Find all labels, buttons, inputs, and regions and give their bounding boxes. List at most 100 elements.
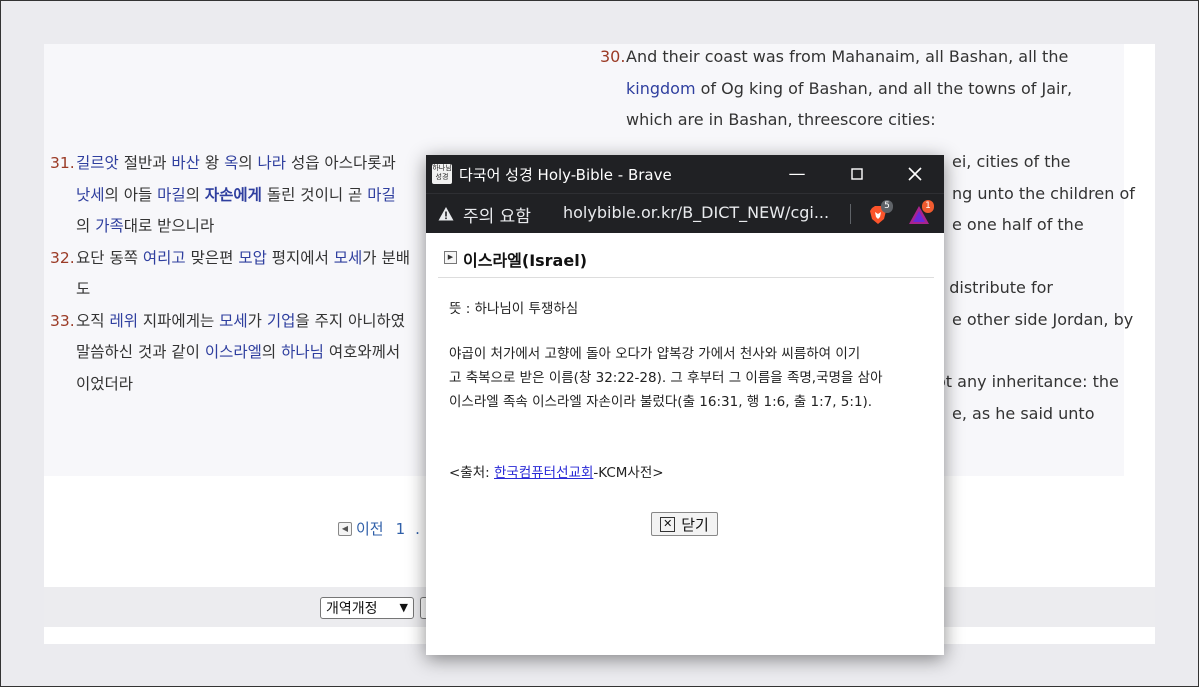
word-link[interactable]: 나라 — [258, 154, 287, 172]
verse-number: 33. — [50, 311, 75, 330]
word-link[interactable]: inheritance — [992, 372, 1082, 391]
english-verse-fragment: ng unto the children of — [952, 184, 1135, 203]
verse-text: 의 아들 — [104, 185, 158, 204]
word-link[interactable]: 옥 — [224, 154, 238, 172]
english-verse: 30. And their coast was from Mahanaim, al… — [600, 44, 1120, 136]
verse-text: 맞은편 — [185, 248, 239, 267]
version-select[interactable]: 개역개정 ▼ — [320, 597, 414, 619]
verse-text: 성읍 아스다롯과 — [286, 154, 396, 172]
verse-text: ot any — [936, 372, 992, 391]
english-verse-30: 30. And their coast was from Mahanaim, al… — [600, 44, 1120, 136]
word-link[interactable]: 길르앗 — [76, 154, 119, 172]
verse-text: And their coast was from Mahanaim, all B… — [626, 47, 1069, 66]
word-link[interactable]: 자손에게 — [205, 186, 262, 204]
verse-text: 대로 받으니라 — [123, 217, 215, 235]
verse-text: 여호와께서 — [323, 343, 401, 361]
description-line: 이스라엘 족속 이스라엘 자손이라 불렀다(출 16:31, 행 1:6, 출 … — [449, 394, 873, 410]
verse-body: 길르앗 절반과 바산 왕 옥의 나라 성읍 아스다롯과 낫세의 아들 마길의 자손… — [76, 148, 450, 243]
close-button-label: 닫기 — [681, 515, 709, 534]
word-link[interactable]: 기업 — [267, 312, 296, 330]
english-verse-fragment: e, as he said unto — [952, 404, 1095, 423]
security-warning-label[interactable]: 주의 요함 — [463, 202, 531, 227]
word-link[interactable]: 레위 — [109, 312, 138, 330]
english-verse-fragment: e other side Jordan, by — [952, 310, 1134, 329]
verse-text: 의 — [185, 185, 205, 204]
verse-text: 평지에서 — [266, 248, 334, 267]
prev-page-link[interactable]: 이전 — [356, 518, 384, 539]
word-link[interactable]: 가족 — [95, 217, 124, 235]
verse-body: 오직 레위 지파에게는 모세가 기업을 주지 아니하였말씀하신 것과 같이 이스… — [76, 306, 450, 401]
minimize-icon[interactable]: — — [777, 161, 817, 187]
verse-number: 31. — [50, 154, 75, 172]
word-link[interactable]: 모세 — [219, 312, 248, 330]
english-verse-fragment: d distribute for — [934, 278, 1053, 297]
verse-text: 의 — [76, 217, 96, 235]
url-separator — [850, 204, 851, 224]
window-title: 다국어 성경 Holy-Bible - Brave — [459, 166, 672, 184]
source-suffix: -KCM사전> — [593, 465, 664, 481]
source-link[interactable]: 한국컴퓨터선교회 — [494, 465, 593, 481]
entry-source: <출처: 한국컴퓨터선교회-KCM사전> — [449, 461, 664, 481]
word-link[interactable]: 마길 — [367, 186, 396, 204]
description-line: 고 축복으로 받은 이름(창 32:22-28). 그 후부터 그 이름을 족명… — [449, 370, 883, 386]
word-link[interactable]: 하나님 — [281, 343, 324, 361]
url-text[interactable]: holybible.or.kr/B_DICT_NEW/cgi... — [563, 203, 829, 222]
verse-text: 말씀하신 것과 같이 — [76, 343, 205, 361]
prev-page-icon[interactable]: ◀ — [338, 521, 352, 536]
warning-icon — [438, 207, 454, 221]
version-select-value: 개역개정 — [326, 601, 378, 617]
chevron-down-icon: ▼ — [399, 601, 408, 614]
address-bar[interactable]: 주의 요함 holybible.or.kr/B_DICT_NEW/cgi... … — [426, 193, 944, 234]
verse-text: 오직 — [76, 311, 110, 330]
word-link[interactable]: 마길 — [157, 186, 186, 204]
english-verse-fragment: ei, cities of the — [952, 152, 1071, 171]
korean-verses: 31. 길르앗 절반과 바산 왕 옥의 나라 성읍 아스다롯과 낫세의 아들 마길의… — [50, 148, 450, 400]
verse-text: 을 주지 아니하였 — [295, 311, 406, 330]
app-icon: 하나님 성경 — [432, 164, 452, 184]
close-window-icon[interactable] — [895, 161, 935, 187]
popup-content: ▶ 이스라엘(Israel) 뜻 : 하나님이 투쟁하심 야곱이 처가에서 고향… — [426, 233, 944, 655]
verse-text: 의 — [238, 154, 258, 172]
verse-text: : the — [1082, 372, 1119, 391]
maximize-icon[interactable] — [837, 161, 877, 187]
entry-description: 야곱이 처가에서 고향에 돌아 오다가 얍복강 가에서 천사와 씨름하여 이기 … — [449, 342, 924, 414]
english-verse-fragment: e one half of the — [952, 215, 1084, 234]
triangle-right-icon: ▶ — [444, 251, 457, 264]
korean-verse: 31. 길르앗 절반과 바산 왕 옥의 나라 성읍 아스다롯과 낫세의 아들 마길의… — [50, 148, 450, 243]
verse-text: 도 — [76, 280, 91, 298]
word-link[interactable]: kingdom — [626, 79, 696, 98]
verse-number: 30. — [600, 47, 626, 66]
close-icon: ✕ — [660, 516, 676, 532]
verse-text: 가 — [247, 311, 267, 330]
entry-title: 이스라엘(Israel) — [463, 251, 588, 270]
verse-text: of Og king of Bashan, and all the towns … — [695, 78, 1073, 98]
source-prefix: <출처: — [449, 465, 494, 481]
verse-text: 지파에게는 — [137, 311, 220, 330]
korean-verse: 33. 오직 레위 지파에게는 모세가 기업을 주지 아니하였말씀하신 것과 같이… — [50, 306, 450, 401]
verse-number: 32. — [50, 248, 75, 267]
verse-text: 요단 동쪽 — [76, 248, 143, 267]
verse-text: 가 분배 — [362, 248, 411, 267]
verse-text: 의 — [261, 343, 282, 361]
verse-text: 왕 — [199, 154, 225, 172]
dictionary-popup-window: 하나님 성경 다국어 성경 Holy-Bible - Brave — 주의 요함… — [426, 155, 944, 655]
close-button[interactable]: ✕ 닫기 — [651, 512, 718, 536]
verse-body: 요단 동쪽 여리고 맞은편 모압 평지에서 모세가 분배도 — [76, 243, 450, 306]
word-link[interactable]: 모압 — [238, 249, 267, 267]
pagination: ◀ 이전 1 . . — [338, 518, 429, 539]
verse-text: 절반과 — [118, 154, 172, 172]
word-link[interactable]: 바산 — [171, 154, 200, 172]
korean-verse: 32. 요단 동쪽 여리고 맞은편 모압 평지에서 모세가 분배도 — [50, 243, 450, 306]
word-link[interactable]: 낫세 — [76, 186, 105, 204]
verse-text: 이었더라 — [76, 374, 134, 393]
rewards-badge: 1 — [922, 200, 934, 213]
word-link[interactable]: 이스라엘 — [205, 343, 262, 361]
page-1-link[interactable]: 1 — [396, 520, 406, 538]
word-link[interactable]: 여리고 — [143, 249, 186, 267]
window-titlebar: 하나님 성경 다국어 성경 Holy-Bible - Brave — — [426, 155, 944, 193]
word-link[interactable]: 모세 — [334, 249, 363, 267]
shields-badge: 5 — [881, 200, 893, 213]
description-line: 야곱이 처가에서 고향에 돌아 오다가 얍복강 가에서 천사와 씨름하여 이기 — [449, 346, 861, 362]
entry-meaning: 뜻 : 하나님이 투쟁하심 — [449, 301, 579, 317]
english-verse-fragment: ot any inheritance: the — [936, 372, 1119, 391]
